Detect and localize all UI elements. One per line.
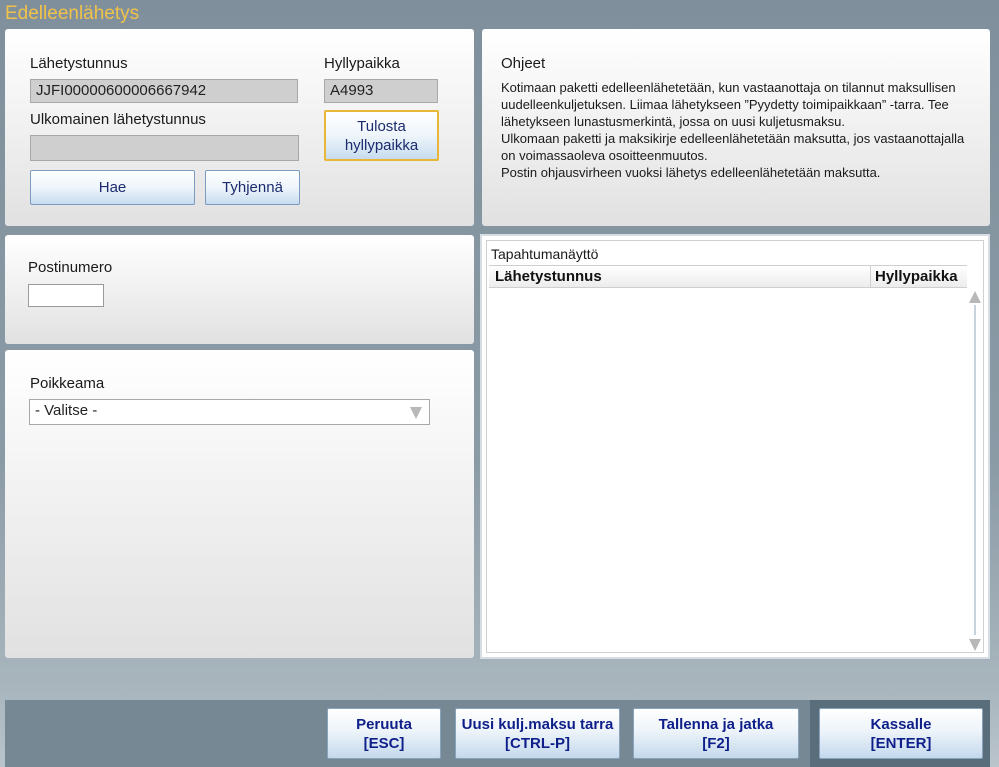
- new-fee-label-label: Uusi kulj.maksu tarra: [461, 715, 614, 733]
- instructions-paragraph: Ulkomaan paketti ja maksikirje edelleenl…: [501, 131, 965, 163]
- event-log-inner: Tapahtumanäyttö Lähetystunnus Hyllypaikk…: [486, 240, 984, 653]
- instructions-panel: Ohjeet Kotimaan paketti edelleenlähetetä…: [482, 29, 990, 226]
- new-fee-label-button[interactable]: Uusi kulj.maksu tarra [CTRL-P]: [455, 708, 620, 759]
- new-fee-label-shortcut: [CTRL-P]: [505, 734, 570, 752]
- search-button[interactable]: Hae: [30, 170, 195, 205]
- save-continue-label: Tallenna ja jatka: [658, 715, 774, 733]
- checkout-shortcut: [ENTER]: [870, 734, 932, 752]
- dropdown-arrow-icon[interactable]: [410, 407, 422, 419]
- deviation-label: Poikkeama: [30, 375, 105, 392]
- deviation-selected-value: - Valitse -: [35, 402, 98, 419]
- foreign-tracking-field[interactable]: [30, 135, 299, 161]
- deviation-panel: Poikkeama - Valitse -: [5, 350, 474, 658]
- footer-bar: Peruuta [ESC] Uusi kulj.maksu tarra [CTR…: [5, 700, 990, 767]
- tracking-number-label: Lähetystunnus: [30, 55, 128, 72]
- tracking-number-field[interactable]: JJFI00000600006667942: [30, 79, 298, 103]
- instructions-paragraph: Kotimaan paketti edelleenlähetetään, kun…: [501, 80, 956, 129]
- deviation-select[interactable]: - Valitse -: [29, 399, 430, 425]
- column-divider: [870, 266, 871, 288]
- scroll-down-icon[interactable]: [969, 639, 981, 651]
- postal-code-panel: Postinumero: [5, 235, 474, 344]
- event-log-rows: [489, 289, 967, 649]
- checkout-label: Kassalle: [870, 715, 932, 733]
- page-title: Edelleenlähetys: [5, 3, 140, 24]
- cancel-shortcut: [ESC]: [363, 734, 405, 752]
- shipment-panel: Lähetystunnus JJFI00000600006667942 Hyll…: [5, 29, 474, 226]
- instructions-paragraph: Postin ohjausvirheen vuoksi lähetys edel…: [501, 165, 881, 180]
- save-continue-shortcut: [F2]: [702, 734, 730, 752]
- postal-code-label: Postinumero: [28, 259, 113, 276]
- event-log-panel: Tapahtumanäyttö Lähetystunnus Hyllypaikk…: [480, 234, 990, 659]
- cancel-button[interactable]: Peruuta [ESC]: [327, 708, 441, 759]
- checkout-button[interactable]: Kassalle [ENTER]: [819, 708, 983, 759]
- scroll-up-icon[interactable]: [969, 291, 981, 303]
- event-log-title: Tapahtumanäyttö: [491, 246, 599, 262]
- column-shelf[interactable]: Hyllypaikka: [875, 268, 958, 285]
- vertical-scrollbar[interactable]: [969, 289, 981, 652]
- shelf-label: Hyllypaikka: [324, 55, 400, 72]
- instructions-text: Kotimaan paketti edelleenlähetetään, kun…: [501, 79, 975, 181]
- instructions-title: Ohjeet: [501, 55, 546, 72]
- checkout-area: Kassalle [ENTER]: [810, 700, 990, 767]
- shelf-field[interactable]: A4993: [324, 79, 438, 103]
- foreign-tracking-label: Ulkomainen lähetystunnus: [30, 111, 206, 128]
- event-log-header: Lähetystunnus Hyllypaikka: [489, 265, 967, 288]
- cancel-label: Peruuta: [356, 715, 412, 733]
- postal-code-input[interactable]: [28, 284, 104, 307]
- clear-button[interactable]: Tyhjennä: [205, 170, 300, 205]
- scroll-track[interactable]: [974, 305, 976, 635]
- save-continue-button[interactable]: Tallenna ja jatka [F2]: [633, 708, 799, 759]
- print-shelf-button[interactable]: Tulosta hyllypaikka: [324, 110, 439, 161]
- column-tracking-number[interactable]: Lähetystunnus: [495, 268, 602, 285]
